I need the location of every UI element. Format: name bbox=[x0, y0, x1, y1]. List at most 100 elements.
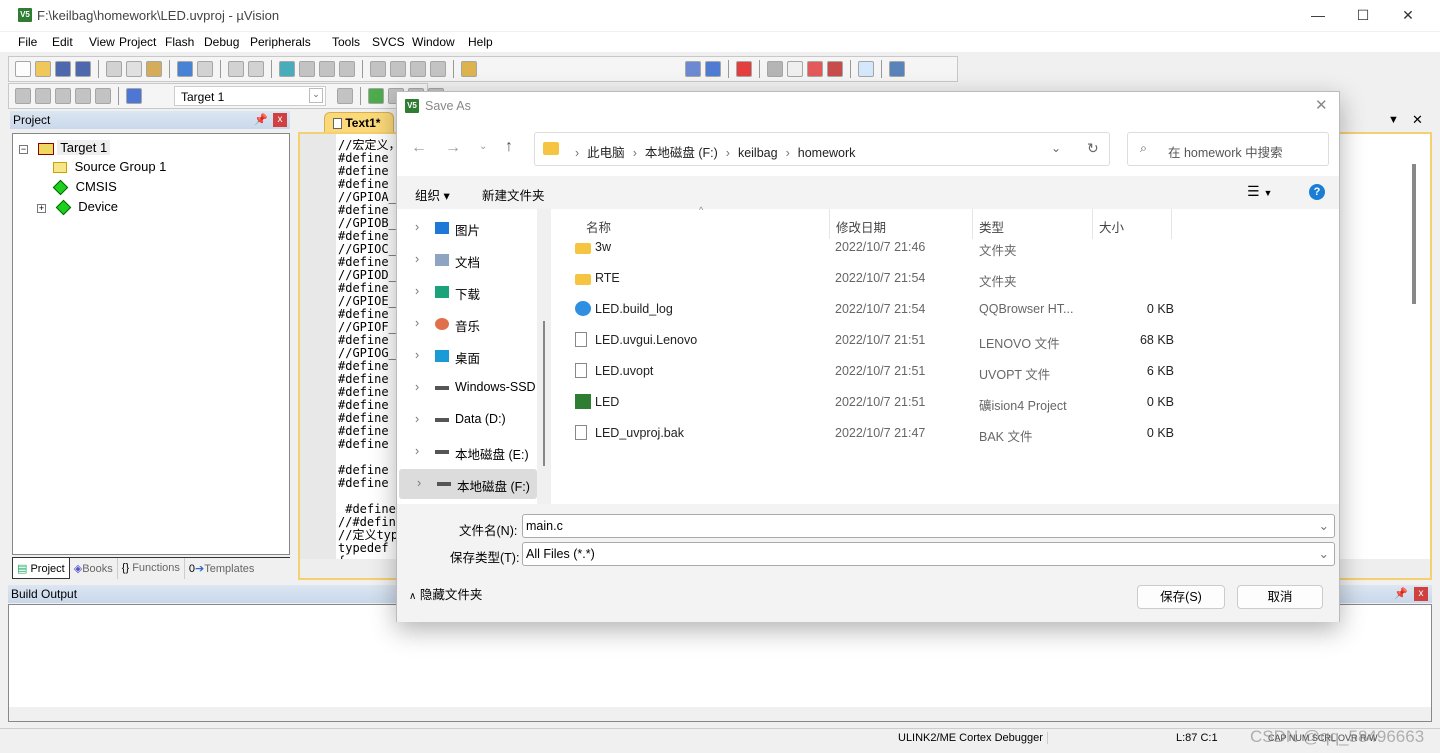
close-panel-icon[interactable]: x bbox=[273, 113, 287, 127]
unindent-icon[interactable] bbox=[390, 61, 406, 77]
organize-button[interactable]: 组织 ▾ bbox=[415, 185, 450, 204]
manage-components-icon[interactable] bbox=[368, 88, 384, 104]
horizontal-scrollbar[interactable] bbox=[9, 707, 1431, 721]
filename-input[interactable]: main.c ⌄ bbox=[522, 514, 1335, 538]
vertical-scrollbar[interactable] bbox=[1412, 164, 1416, 304]
target-select[interactable]: Target 1 ⌄ bbox=[174, 86, 326, 106]
menu-debug[interactable]: Debug bbox=[204, 35, 239, 49]
nav-item[interactable]: › 桌面 bbox=[397, 341, 535, 371]
bookmark-icon[interactable] bbox=[279, 61, 295, 77]
nav-item[interactable]: › 音乐 bbox=[397, 309, 535, 339]
nav-item[interactable]: › 文档 bbox=[397, 245, 535, 275]
forward-button[interactable]: → bbox=[445, 139, 461, 157]
open-file-icon[interactable] bbox=[35, 61, 51, 77]
dialog-close-button[interactable]: ✕ bbox=[1315, 96, 1328, 114]
target-options-icon[interactable] bbox=[337, 88, 353, 104]
minimize-button[interactable]: — bbox=[1296, 4, 1340, 26]
menu-tools[interactable]: Tools bbox=[332, 35, 360, 49]
chevron-right-icon[interactable]: › bbox=[415, 348, 419, 362]
breadcrumb-item[interactable]: 此电脑 bbox=[587, 146, 625, 160]
chevron-down-icon[interactable]: ⌄ bbox=[1319, 518, 1329, 533]
scroll-thumb[interactable] bbox=[543, 321, 545, 466]
menu-help[interactable]: Help bbox=[468, 35, 493, 49]
maximize-button[interactable]: ☐ bbox=[1341, 4, 1385, 26]
nav-back-icon[interactable] bbox=[228, 61, 244, 77]
chevron-right-icon[interactable]: › bbox=[415, 316, 419, 330]
menu-flash[interactable]: Flash bbox=[165, 35, 194, 49]
kill-breakpoints-icon[interactable] bbox=[827, 61, 843, 77]
view-options-icon[interactable]: ☰ ▼ bbox=[1247, 183, 1272, 200]
redo-icon[interactable] bbox=[197, 61, 213, 77]
help-icon[interactable]: ? bbox=[1309, 184, 1325, 200]
tab-project[interactable]: ▤ Project bbox=[12, 558, 70, 579]
nav-item[interactable]: › 本地磁盘 (E:) bbox=[397, 437, 535, 467]
nav-item[interactable]: › 下载 bbox=[397, 277, 535, 307]
breadcrumb-item[interactable]: keilbag bbox=[738, 146, 778, 160]
pin-icon[interactable]: 📌 bbox=[1394, 587, 1408, 600]
menu-view[interactable]: View bbox=[89, 35, 115, 49]
tab-templates[interactable]: 0➔Templates bbox=[185, 558, 258, 579]
chevron-down-icon[interactable]: ⌄ bbox=[1319, 546, 1329, 561]
file-row[interactable]: LED.uvgui.Lenovo 2022/10/7 21:51 LENOVO 文件… bbox=[553, 325, 1341, 356]
save-icon[interactable] bbox=[55, 61, 71, 77]
close-button[interactable]: ✕ bbox=[1386, 4, 1430, 26]
cut-icon[interactable] bbox=[106, 61, 122, 77]
file-row[interactable]: LED 2022/10/7 21:51 礦ision4 Project 0 KB bbox=[553, 387, 1341, 418]
nav-forward-icon[interactable] bbox=[248, 61, 264, 77]
hide-folders-toggle[interactable]: ∧ 隐藏文件夹 bbox=[409, 584, 482, 603]
chevron-right-icon[interactable]: › bbox=[415, 412, 419, 426]
nav-scrollbar[interactable] bbox=[537, 209, 551, 504]
indent-icon[interactable] bbox=[370, 61, 386, 77]
collapse-icon[interactable]: − bbox=[19, 145, 28, 154]
menu-peripherals[interactable]: Peripherals bbox=[250, 35, 311, 49]
breakpoint-icon[interactable] bbox=[767, 61, 783, 77]
back-button[interactable]: ← bbox=[411, 139, 427, 157]
disable-all-breakpoints-icon[interactable] bbox=[807, 61, 823, 77]
file-row[interactable]: LED.build_log 2022/10/7 21:54 QQBrowser HT… bbox=[553, 294, 1341, 325]
file-row[interactable]: LED.uvopt 2022/10/7 21:51 UVOPT 文件 6 KB bbox=[553, 356, 1341, 387]
recent-locations-button[interactable]: ⌄ bbox=[479, 141, 487, 152]
tree-node-source-group[interactable]: Source Group 1 bbox=[53, 159, 166, 174]
incremental-find-icon[interactable] bbox=[705, 61, 721, 77]
close-tab-icon[interactable]: ✕ bbox=[1412, 112, 1423, 128]
batch-build-icon[interactable] bbox=[75, 88, 91, 104]
chevron-right-icon[interactable]: › bbox=[417, 476, 421, 490]
breadcrumb-item[interactable]: homework bbox=[798, 146, 856, 160]
menu-svcs[interactable]: SVCS bbox=[372, 35, 405, 49]
tab-list-dropdown-icon[interactable]: ▼ bbox=[1388, 114, 1399, 126]
chevron-right-icon[interactable]: › bbox=[415, 444, 419, 458]
menu-project[interactable]: Project bbox=[119, 35, 156, 49]
paste-icon[interactable] bbox=[146, 61, 162, 77]
file-row[interactable]: RTE 2022/10/7 21:54 文件夹 bbox=[553, 263, 1341, 294]
filetype-select[interactable]: All Files (*.*) ⌄ bbox=[522, 542, 1335, 566]
clear-bookmarks-icon[interactable] bbox=[339, 61, 355, 77]
new-folder-button[interactable]: 新建文件夹 bbox=[482, 185, 545, 204]
stop-build-icon[interactable] bbox=[95, 88, 111, 104]
nav-item[interactable]: › 图片 bbox=[397, 213, 535, 243]
build-icon[interactable] bbox=[35, 88, 51, 104]
refresh-icon[interactable]: ↻ bbox=[1087, 140, 1099, 157]
translate-icon[interactable] bbox=[15, 88, 31, 104]
new-file-icon[interactable] bbox=[15, 61, 31, 77]
nav-item[interactable]: › Data (D:) bbox=[397, 405, 535, 435]
cancel-button[interactable]: 取消 bbox=[1237, 585, 1323, 609]
breadcrumb-item[interactable]: 本地磁盘 (F:) bbox=[645, 146, 718, 160]
find-in-files-icon[interactable] bbox=[461, 61, 477, 77]
chevron-right-icon[interactable]: › bbox=[415, 284, 419, 298]
undo-icon[interactable] bbox=[177, 61, 193, 77]
pin-icon[interactable]: 📌 bbox=[254, 113, 268, 126]
copy-icon[interactable] bbox=[126, 61, 142, 77]
save-button[interactable]: 保存(S) bbox=[1137, 585, 1225, 609]
next-bookmark-icon[interactable] bbox=[319, 61, 335, 77]
menu-edit[interactable]: Edit bbox=[52, 35, 73, 49]
expand-icon[interactable]: + bbox=[37, 204, 46, 213]
chevron-right-icon[interactable]: › bbox=[415, 220, 419, 234]
tree-node-cmsis[interactable]: CMSIS bbox=[52, 179, 117, 196]
disable-breakpoint-icon[interactable] bbox=[787, 61, 803, 77]
window-layout-icon[interactable] bbox=[858, 61, 874, 77]
tab-text1[interactable]: Text1* bbox=[324, 112, 394, 132]
file-row[interactable]: LED_uvproj.bak 2022/10/7 21:47 BAK 文件 0 KB bbox=[553, 418, 1341, 449]
tab-functions[interactable]: {} Functions bbox=[118, 558, 185, 579]
up-button[interactable]: ↑ bbox=[505, 138, 513, 156]
tree-node-target[interactable]: − Target 1 bbox=[19, 140, 111, 155]
